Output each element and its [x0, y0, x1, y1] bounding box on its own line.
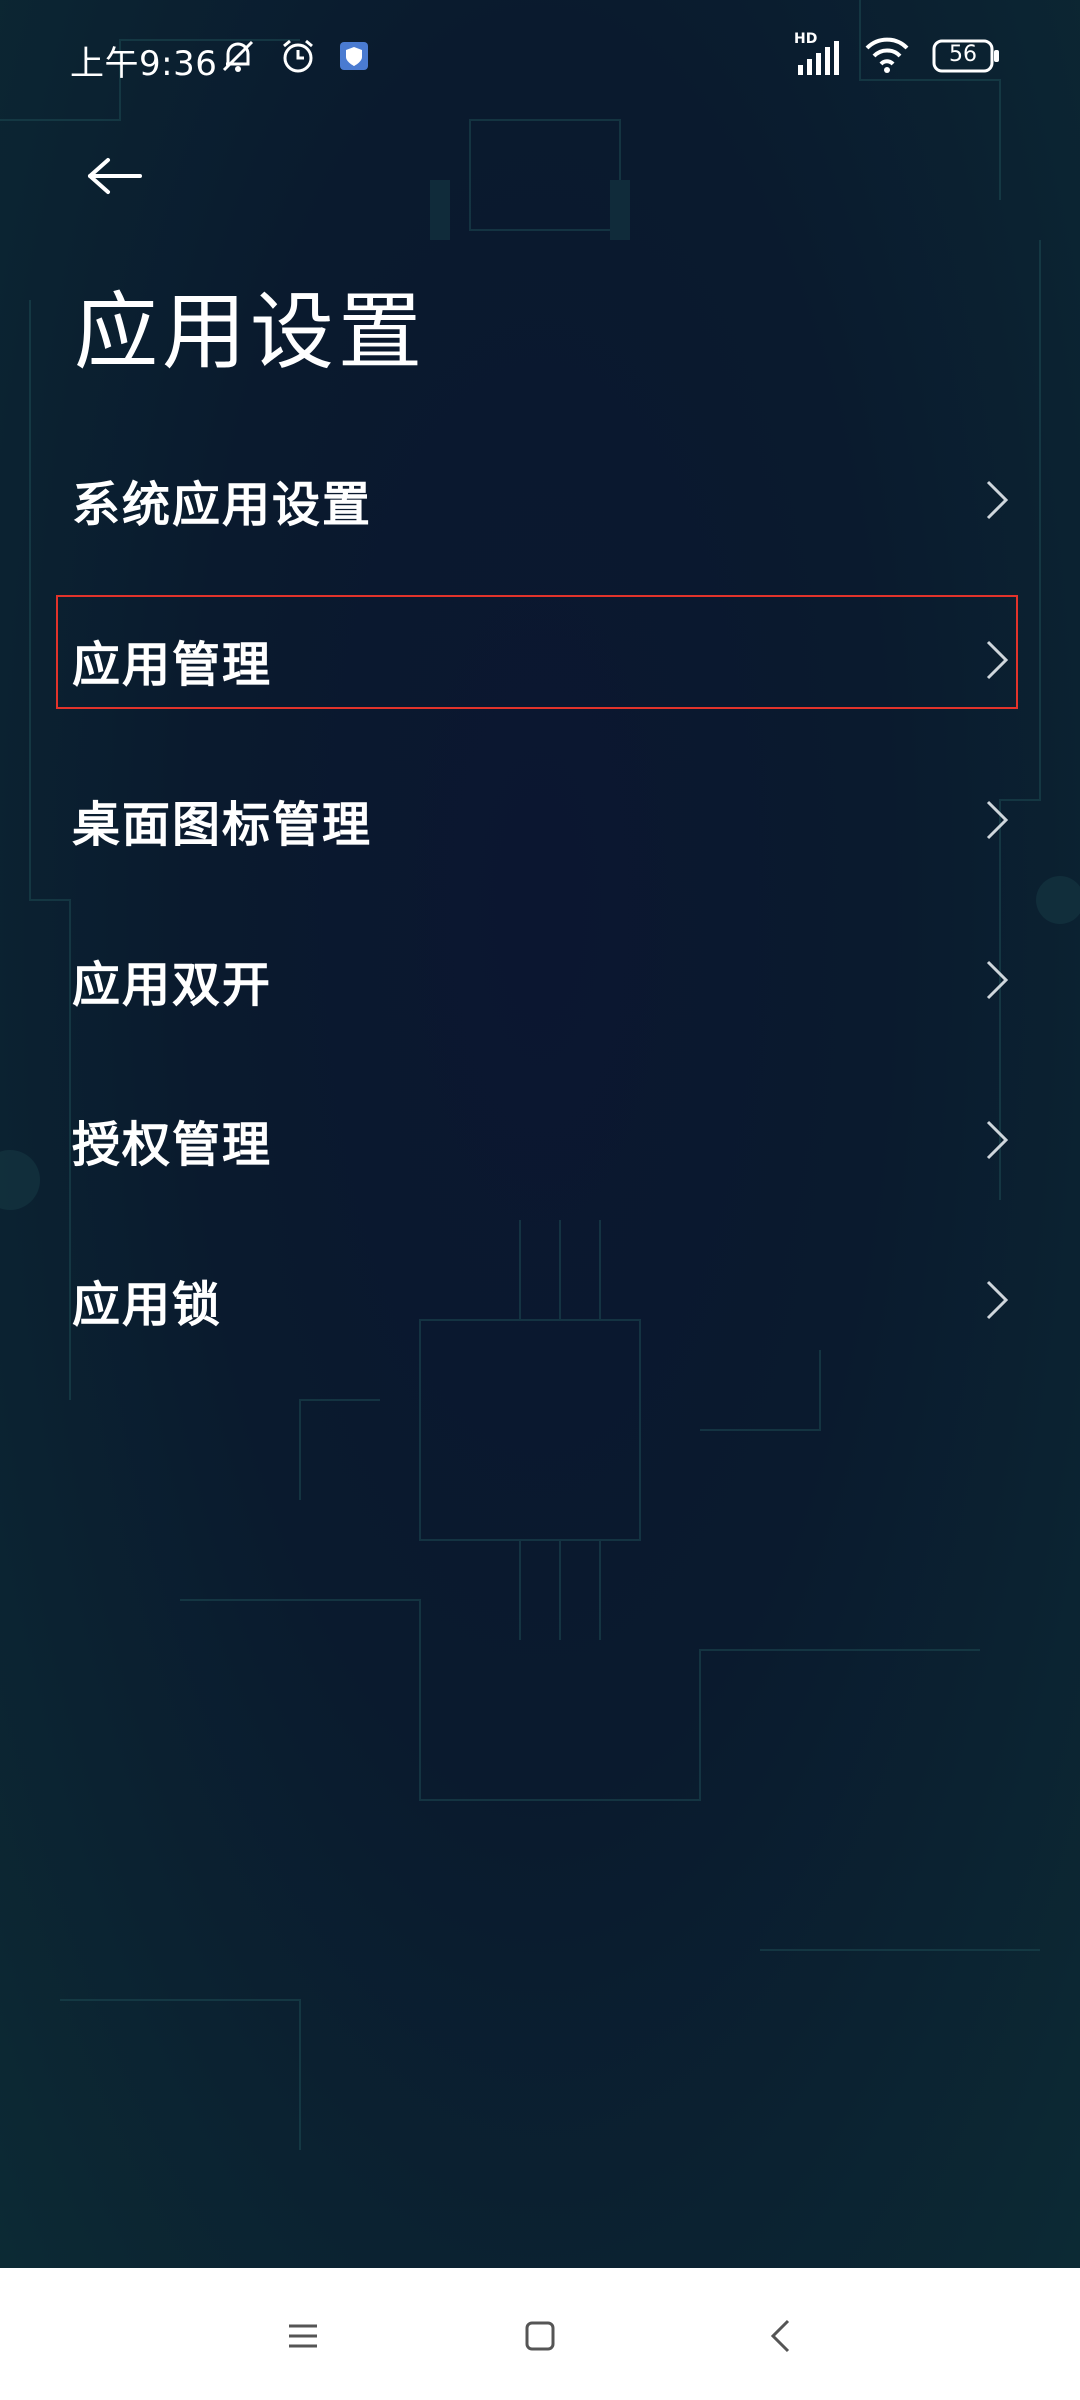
- menu-item-label: 应用管理: [72, 637, 273, 693]
- menu-item-desktop-icon-management[interactable]: 桌面图标管理: [0, 740, 1080, 900]
- menu-item-label: 桌面图标管理: [72, 797, 373, 853]
- recent-apps-button[interactable]: [273, 2306, 333, 2366]
- chevron-right-icon: [986, 1120, 1009, 1160]
- chevron-right-icon: [986, 480, 1009, 520]
- status-time: 上午9:36: [70, 44, 218, 84]
- battery-icon: 56: [932, 39, 1002, 73]
- chevron-right-icon: [986, 960, 1009, 1000]
- mute-bell-icon: [218, 36, 258, 80]
- back-icon: [770, 2319, 790, 2353]
- signal-icon: HD: [794, 31, 842, 77]
- chevron-right-icon: [986, 800, 1009, 840]
- menu-item-label: 授权管理: [72, 1117, 273, 1173]
- menu-item-permission-management[interactable]: 授权管理: [0, 1060, 1080, 1220]
- home-icon: [525, 2321, 555, 2351]
- status-bar: 上午9:36 HD 56: [0, 0, 1080, 120]
- menu-item-app-management[interactable]: 应用管理: [0, 580, 1080, 740]
- alarm-icon: [278, 36, 318, 80]
- chevron-right-icon: [986, 640, 1009, 680]
- home-button[interactable]: [510, 2306, 570, 2366]
- menu-item-label: 应用双开: [72, 957, 273, 1013]
- navigation-bar: [0, 2268, 1080, 2400]
- menu-item-label: 应用锁: [72, 1277, 223, 1333]
- nav-back-button[interactable]: [750, 2306, 810, 2366]
- battery-level: 56: [949, 42, 977, 67]
- status-icons-right: HD 56: [794, 31, 1002, 78]
- menu-item-system-app-settings[interactable]: 系统应用设置: [0, 420, 1080, 580]
- menu-icon: [289, 2324, 317, 2348]
- page-title: 应用设置: [74, 283, 427, 381]
- shield-app-icon: [338, 40, 370, 76]
- settings-menu: 系统应用设置 应用管理 桌面图标管理 应用双开 授权管理 应用锁: [0, 420, 1080, 1380]
- menu-item-dual-apps[interactable]: 应用双开: [0, 900, 1080, 1060]
- chevron-right-icon: [986, 1280, 1009, 1320]
- back-button[interactable]: [78, 140, 150, 212]
- status-icons-left: [218, 36, 370, 80]
- menu-item-app-lock[interactable]: 应用锁: [0, 1220, 1080, 1380]
- menu-item-label: 系统应用设置: [72, 477, 373, 533]
- signal-hd-label: HD: [794, 31, 818, 47]
- back-arrow-icon: [88, 158, 142, 194]
- wifi-icon: [864, 34, 910, 78]
- app-screen: 上午9:36 HD 56 应用设置 系统应用设置 应用管理 桌面图标管理 应用双…: [0, 0, 1080, 2268]
